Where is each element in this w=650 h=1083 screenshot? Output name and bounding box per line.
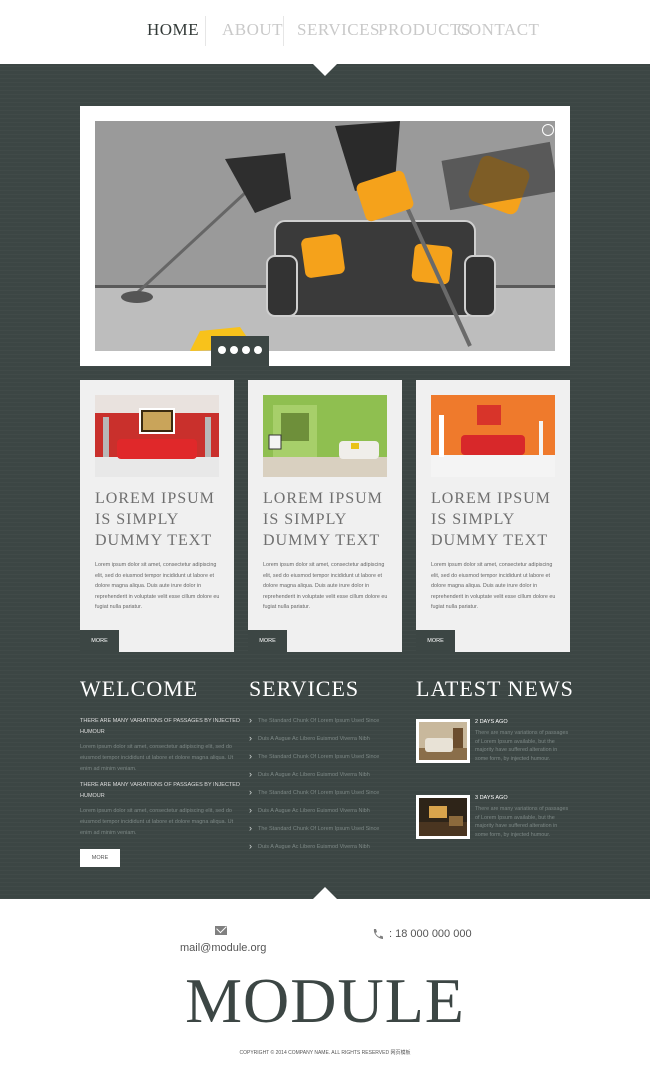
feature-card: LOREM IPSUM IS SIMPLY DUMMY TEXT Lorem i… [80,380,234,652]
slide-image[interactable] [95,121,555,351]
chevron-right-icon: › [249,805,252,815]
welcome-more-button[interactable]: MORE [80,849,120,867]
welcome-text: Lorem ipsum dolor sit amet, consectetur … [80,744,234,772]
card-title-line: LOREM IPSUM [95,490,215,507]
nav-item-contact[interactable]: CONTACT [457,20,539,40]
service-link-text: The Standard Chunk Of Lorem Ipsum Used S… [258,826,380,832]
news-date: 3 DAYS AGO [475,795,508,801]
phone-icon [373,929,383,939]
footer-pointer [313,887,337,899]
service-link-text: The Standard Chunk Of Lorem Ipsum Used S… [258,718,380,724]
services-list-item[interactable]: › The Standard Chunk Of Lorem Ipsum Used … [249,715,414,727]
top-navigation: HOME ABOUT SERVICES PRODUCTS CONTACT [0,0,650,64]
slider-play-toggle[interactable] [542,124,554,136]
card-title: LOREM IPSUM IS SIMPLY DUMMY TEXT [263,488,393,551]
service-link-text: The Standard Chunk Of Lorem Ipsum Used S… [258,790,380,796]
slider-dot-4[interactable] [254,346,262,354]
slider-dot-2[interactable] [230,346,238,354]
chevron-right-icon: › [249,715,252,725]
chevron-right-icon: › [249,787,252,797]
card-description: Lorem ipsum dolor sit amet, consectetur … [95,562,220,610]
feature-card: LOREM IPSUM IS SIMPLY DUMMY TEXT Lorem i… [248,380,402,652]
service-link-text: The Standard Chunk Of Lorem Ipsum Used S… [258,754,380,760]
welcome-text: Lorem ipsum dolor sit amet, consectetur … [80,808,234,836]
nav-pointer [313,64,337,76]
nav-item-home[interactable]: HOME [147,20,199,40]
welcome-subheading: THERE ARE MANY VARIATIONS OF PASSAGES BY… [80,782,240,799]
card-image-green-room[interactable] [263,395,387,477]
service-link-text: Duis A Augue Ac Libero Euismod Viverra N… [258,808,370,814]
service-link-text: Duis A Augue Ac Libero Euismod Viverra N… [258,844,370,850]
card-more-button[interactable]: MORE [416,630,455,652]
card-title-line: DUMMY TEXT [95,532,213,549]
news-thumbnail[interactable] [416,719,470,763]
services-list-item[interactable]: › Duis A Augue Ac Libero Euismod Viverra … [249,805,414,817]
card-title-line: DUMMY TEXT [263,532,381,549]
services-list-item[interactable]: › Duis A Augue Ac Libero Euismod Viverra … [249,841,414,853]
news-thumbnail[interactable] [416,795,470,839]
nav-divider [283,16,284,46]
footer-logo[interactable]: MODULE [0,964,650,1038]
services-list-item[interactable]: › Duis A Augue Ac Libero Euismod Viverra … [249,769,414,781]
card-more-button[interactable]: MORE [80,630,119,652]
card-title-line: IS SIMPLY [95,511,180,528]
footer-copyright: COPYRIGHT © 2014 COMPANY NAME. ALL RIGHT… [239,1050,411,1056]
chevron-right-icon: › [249,751,252,761]
card-title-line: IS SIMPLY [263,511,348,528]
mail-icon [215,926,227,935]
services-title: SERVICES [249,676,360,701]
feature-card: LOREM IPSUM IS SIMPLY DUMMY TEXT Lorem i… [416,380,570,652]
chevron-right-icon: › [249,823,252,833]
chevron-right-icon: › [249,733,252,743]
news-date: 2 DAYS AGO [475,719,508,725]
services-list-item[interactable]: › Duis A Augue Ac Libero Euismod Viverra … [249,733,414,745]
card-description: Lorem ipsum dolor sit amet, consectetur … [263,562,388,610]
chevron-right-icon: › [249,841,252,851]
card-image-orange-room[interactable] [431,395,555,477]
card-title-line: DUMMY TEXT [431,532,549,549]
card-title-line: LOREM IPSUM [431,490,551,507]
card-more-button[interactable]: MORE [248,630,287,652]
card-image-red-living-room[interactable] [95,395,219,477]
nav-item-about[interactable]: ABOUT [222,20,283,40]
card-title: LOREM IPSUM IS SIMPLY DUMMY TEXT [95,488,225,551]
services-list-item[interactable]: › The Standard Chunk Of Lorem Ipsum Used … [249,823,414,835]
card-title-line: IS SIMPLY [431,511,516,528]
news-excerpt: There are many variations of passages of… [475,806,569,838]
slider-dot-1[interactable] [218,346,226,354]
news-title: LATEST NEWS [416,676,574,701]
services-list-item[interactable]: › The Standard Chunk Of Lorem Ipsum Used … [249,787,414,799]
service-link-text: Duis A Augue Ac Libero Euismod Viverra N… [258,736,370,742]
slider-pagination [211,336,269,366]
service-link-text: Duis A Augue Ac Libero Euismod Viverra N… [258,772,370,778]
hero-slider [80,106,570,366]
nav-item-services[interactable]: SERVICES [297,20,380,40]
slider-dot-3[interactable] [242,346,250,354]
chevron-right-icon: › [249,769,252,779]
nav-divider [205,16,206,46]
services-list-item[interactable]: › The Standard Chunk Of Lorem Ipsum Used … [249,751,414,763]
card-title: LOREM IPSUM IS SIMPLY DUMMY TEXT [431,488,561,551]
welcome-subheading: THERE ARE MANY VARIATIONS OF PASSAGES BY… [80,718,240,735]
footer-phone: : 18 000 000 000 [389,928,472,940]
footer-email-link[interactable]: mail@module.org [180,942,266,954]
card-description: Lorem ipsum dolor sit amet, consectetur … [431,562,556,610]
card-title-line: LOREM IPSUM [263,490,383,507]
news-excerpt: There are many variations of passages of… [475,730,569,762]
welcome-title: WELCOME [80,676,199,701]
